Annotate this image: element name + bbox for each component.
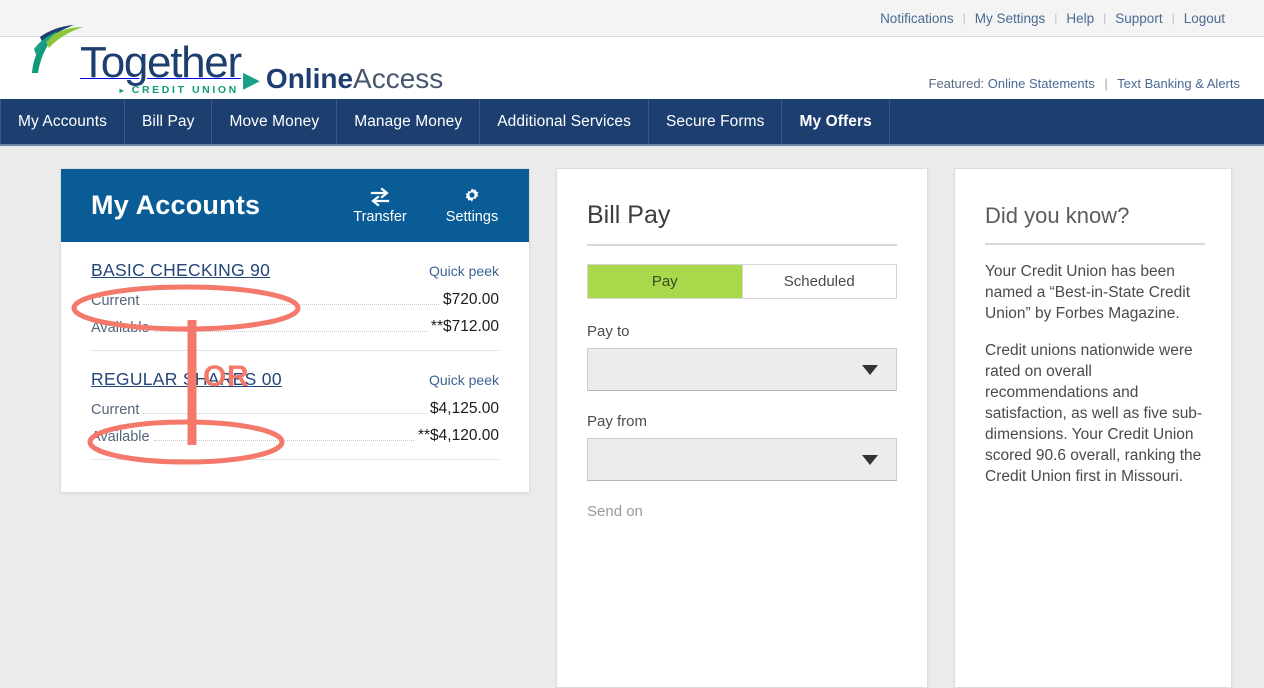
did-you-know-paragraph: Credit unions nationwide were rated on o…	[985, 342, 1203, 485]
product-name-bold: Online	[265, 63, 354, 94]
current-amount-regular-shares: $4,125.00	[430, 400, 499, 417]
utility-link-notifications[interactable]: Notifications	[871, 11, 963, 26]
brand-header: Together ▸ CREDIT UNION ▶ OnlineAccess Fe…	[0, 25, 1264, 99]
utility-link-support[interactable]: Support	[1106, 11, 1171, 26]
featured-links: Featured: Online Statements | Text Banki…	[929, 76, 1240, 91]
tagline-triangle-icon: ▸	[119, 86, 127, 95]
product-name: ▶ OnlineAccess	[243, 64, 443, 95]
account-row-header: BASIC CHECKING 90 Quick peek	[91, 260, 499, 281]
leader-dots	[153, 440, 414, 441]
did-you-know-title: Did you know?	[985, 203, 1130, 228]
nav-item-my-offers[interactable]: My Offers	[782, 99, 890, 144]
nav-item-additional-services[interactable]: Additional Services	[480, 99, 649, 144]
utility-link-logout[interactable]: Logout	[1175, 11, 1234, 26]
account-available-line: Available **$4,120.00	[91, 427, 499, 445]
chevron-down-icon	[862, 454, 878, 465]
logo-wordmark: Together ▸ CREDIT UNION	[80, 38, 242, 97]
current-label: Current	[91, 402, 140, 418]
account-available-line: Available **$712.00	[91, 318, 499, 336]
title-divider	[587, 244, 897, 246]
pay-from-label: Pay from	[587, 413, 648, 430]
leader-dots	[143, 413, 427, 414]
title-divider	[985, 243, 1205, 245]
account-name-basic-checking[interactable]: BASIC CHECKING 90	[91, 260, 270, 281]
pay-to-select[interactable]	[587, 348, 897, 391]
nav-item-bill-pay[interactable]: Bill Pay	[125, 99, 213, 144]
transfer-arrows-icon	[349, 186, 411, 207]
leader-dots	[143, 304, 439, 305]
did-you-know-paragraph: Your Credit Union has been named a “Best…	[985, 263, 1191, 322]
product-name-light: Access	[353, 63, 444, 94]
nav-item-my-accounts[interactable]: My Accounts	[0, 99, 125, 144]
chevron-down-icon	[862, 364, 878, 375]
bill-pay-card: Bill Pay Pay Scheduled Pay to Pay from S…	[556, 168, 928, 688]
account-current-line: Current $720.00	[91, 291, 499, 309]
nav-item-secure-forms[interactable]: Secure Forms	[649, 99, 783, 144]
quick-peek-link-regular-shares[interactable]: Quick peek	[429, 372, 499, 388]
transfer-button[interactable]: Transfer	[349, 186, 411, 225]
did-you-know-card: Did you know? Your Credit Union has been…	[954, 168, 1232, 688]
utility-link-help[interactable]: Help	[1057, 11, 1103, 26]
available-amount-basic-checking: **$712.00	[430, 318, 499, 335]
my-accounts-card-header: My Accounts Transfer Settings	[61, 169, 529, 242]
logo-word: Together	[80, 38, 242, 87]
page-content: My Accounts Transfer Settings BASIC CHEC…	[0, 146, 1264, 688]
tab-scheduled[interactable]: Scheduled	[741, 265, 896, 298]
featured-label: Featured:	[928, 76, 985, 91]
pay-to-label: Pay to	[587, 323, 630, 340]
available-label: Available	[91, 320, 150, 336]
together-credit-union-logo[interactable]: Together ▸ CREDIT UNION	[14, 13, 242, 97]
my-accounts-title: My Accounts	[91, 190, 261, 220]
available-label: Available	[91, 429, 150, 445]
current-amount-basic-checking: $720.00	[442, 291, 499, 308]
nav-item-move-money[interactable]: Move Money	[212, 99, 338, 144]
current-label: Current	[91, 293, 140, 309]
transfer-label: Transfer	[353, 208, 407, 225]
quick-peek-link-basic-checking[interactable]: Quick peek	[429, 263, 499, 279]
nav-item-manage-money[interactable]: Manage Money	[337, 99, 481, 144]
settings-label: Settings	[445, 208, 499, 225]
account-row-header: REGULAR SHARES 00 Quick peek	[91, 369, 499, 390]
account-row: REGULAR SHARES 00 Quick peek Current $4,…	[91, 350, 499, 459]
main-navigation: My Accounts Bill Pay Move Money Manage M…	[0, 99, 1264, 146]
logo-tagline: ▸ CREDIT UNION	[120, 84, 239, 96]
pay-from-select[interactable]	[587, 438, 897, 481]
featured-link-text-banking-alerts[interactable]: Text Banking & Alerts	[1117, 76, 1240, 91]
featured-separator: |	[1104, 76, 1108, 91]
my-accounts-card: My Accounts Transfer Settings BASIC CHEC…	[60, 168, 530, 493]
featured-link-online-statements[interactable]: Online Statements	[988, 76, 1095, 91]
account-current-line: Current $4,125.00	[91, 400, 499, 418]
bird-swoosh-icon	[14, 13, 88, 87]
leader-dots	[153, 331, 427, 332]
play-triangle-icon: ▶	[243, 67, 260, 92]
tab-pay[interactable]: Pay	[588, 265, 742, 298]
bill-pay-title: Bill Pay	[587, 201, 671, 229]
settings-button[interactable]: Settings	[441, 187, 503, 225]
account-name-regular-shares[interactable]: REGULAR SHARES 00	[91, 369, 282, 390]
gear-icon	[441, 187, 503, 207]
available-amount-regular-shares: **$4,120.00	[417, 427, 499, 444]
account-row-partial	[91, 459, 499, 492]
bill-pay-tabs: Pay Scheduled	[587, 264, 897, 299]
accounts-list: BASIC CHECKING 90 Quick peek Current $72…	[61, 242, 529, 492]
send-on-label: Send on	[587, 503, 643, 520]
account-row: BASIC CHECKING 90 Quick peek Current $72…	[91, 242, 499, 350]
logo-tagline-text: CREDIT UNION	[131, 84, 239, 96]
utility-link-my-settings[interactable]: My Settings	[966, 11, 1055, 26]
